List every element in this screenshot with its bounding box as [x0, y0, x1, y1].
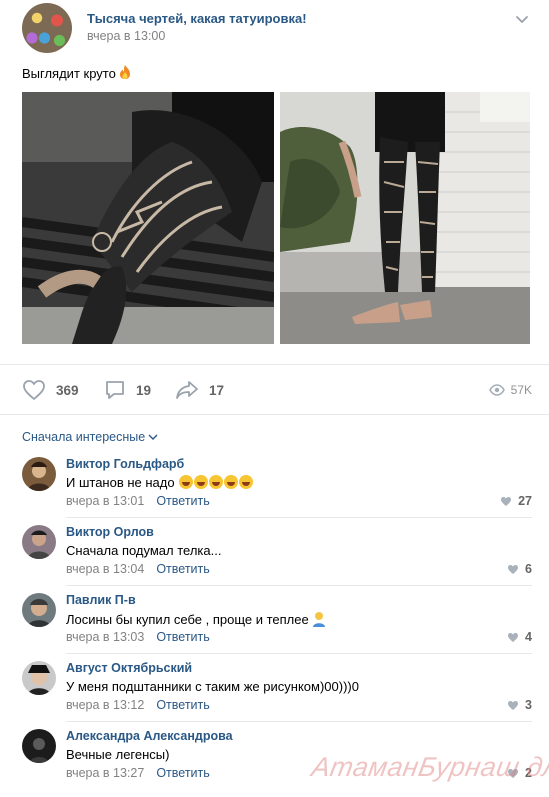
rofl-emoji-icon: [239, 475, 254, 489]
comment-like-count: 3: [525, 698, 532, 712]
post-header: Тысяча чертей, какая татуировка! вчера в…: [22, 3, 532, 53]
comment-button[interactable]: 19: [104, 378, 151, 402]
commenter-name[interactable]: Александра Александрова: [66, 729, 233, 743]
comment-like-button[interactable]: 4: [507, 630, 532, 644]
post-photo-1[interactable]: [22, 92, 274, 344]
commenter-avatar[interactable]: [22, 525, 56, 559]
commenter-name[interactable]: Павлик П-в: [66, 593, 136, 607]
comment-item: Павлик П-в Лосины бы купил себе , проще …: [22, 593, 532, 661]
reply-button[interactable]: Ответить: [156, 630, 209, 644]
heart-icon: [508, 564, 519, 574]
divider: [66, 585, 532, 586]
divider: [66, 653, 532, 654]
tattoo-photo-bench: [22, 92, 274, 344]
commenter-name[interactable]: Август Октябрьский: [66, 661, 192, 675]
share-button[interactable]: 17: [175, 378, 224, 402]
rofl-emoji-icon: [209, 475, 224, 489]
comment-text: Сначала подумал телка...: [66, 543, 222, 558]
reply-button[interactable]: Ответить: [156, 698, 209, 712]
reply-button[interactable]: Ответить: [156, 494, 209, 508]
comment-time[interactable]: вчера в 13:04: [66, 562, 144, 576]
commenter-avatar[interactable]: [22, 593, 56, 627]
heart-icon: [23, 380, 45, 400]
watermark: АтаманБурнаш для ЯП: [309, 752, 549, 782]
like-button[interactable]: 369: [22, 378, 79, 402]
commenter-avatar[interactable]: [22, 457, 56, 491]
comment-text: У меня подштанники с таким же рисунком)0…: [66, 679, 359, 694]
comment-time[interactable]: вчера в 13:12: [66, 698, 144, 712]
commenter-name[interactable]: Виктор Гольдфарб: [66, 457, 184, 471]
group-avatar[interactable]: [22, 3, 72, 53]
share-count: 17: [209, 382, 225, 398]
like-count: 369: [56, 382, 79, 398]
comment-meta: вчера в 13:04 Ответить: [66, 562, 210, 576]
comment-count: 19: [136, 382, 152, 398]
post-photo-2[interactable]: [280, 92, 530, 344]
heart-icon: [508, 632, 519, 642]
comment-item: Виктор Орлов Сначала подумал телка... вч…: [22, 525, 532, 593]
comment-like-count: 6: [525, 562, 532, 576]
views-counter: 57K: [488, 378, 532, 402]
tattoo-photo-wall: [280, 92, 530, 344]
comment-item: Виктор Гольдфарб И штанов не надо вчера …: [22, 457, 532, 525]
reply-button[interactable]: Ответить: [156, 562, 209, 576]
comment-text: Лосины бы купил себе , проще и теплее: [66, 611, 326, 627]
rofl-emoji-icon: [194, 475, 209, 489]
rofl-emoji-icon: [179, 475, 194, 489]
comments-sort-dropdown[interactable]: Сначала интересные: [22, 430, 158, 444]
post-action-bar: 369 19 17 57K: [22, 378, 532, 402]
divider: [66, 721, 532, 722]
comment-meta: вчера в 13:03 Ответить: [66, 630, 210, 644]
rofl-emoji-icon: [224, 475, 239, 489]
comment-item: Август Октябрьский У меня подштанники с …: [22, 661, 532, 729]
comment-text: И штанов не надо: [66, 475, 254, 490]
group-name[interactable]: Тысяча чертей, какая татуировка!: [87, 11, 307, 26]
comment-text: Вечные легенсы): [66, 747, 170, 762]
eye-icon: [488, 384, 505, 396]
post-time[interactable]: вчера в 13:00: [87, 29, 165, 43]
reply-button[interactable]: Ответить: [156, 766, 209, 780]
comment-meta: вчера в 13:01 Ответить: [66, 494, 210, 508]
comment-time[interactable]: вчера в 13:01: [66, 494, 144, 508]
divider: [0, 364, 549, 365]
commenter-name[interactable]: Виктор Орлов: [66, 525, 154, 539]
fire-emoji-icon: [119, 65, 130, 79]
divider: [66, 517, 532, 518]
comment-time[interactable]: вчера в 13:03: [66, 630, 144, 644]
divider: [0, 414, 549, 415]
comment-like-count: 27: [518, 494, 532, 508]
comment-like-button[interactable]: 27: [500, 494, 532, 508]
commenter-avatar[interactable]: [22, 661, 56, 695]
comment-like-button[interactable]: 3: [507, 698, 532, 712]
person-emoji-icon: [313, 612, 326, 627]
comment-like-count: 4: [525, 630, 532, 644]
share-arrow-icon: [176, 381, 198, 399]
views-count: 57K: [510, 383, 532, 397]
post-text: Выглядит круто: [22, 64, 132, 81]
comment-like-button[interactable]: 6: [507, 562, 532, 576]
chevron-down-icon[interactable]: [514, 11, 530, 27]
heart-icon: [508, 700, 519, 710]
comment-time[interactable]: вчера в 13:27: [66, 766, 144, 780]
chevron-down-icon: [148, 434, 158, 440]
comments-sort-label: Сначала интересные: [22, 430, 146, 444]
commenter-avatar[interactable]: [22, 729, 56, 763]
heart-icon: [501, 496, 512, 506]
comment-icon: [106, 381, 124, 399]
comment-meta: вчера в 13:12 Ответить: [66, 698, 210, 712]
comment-meta: вчера в 13:27 Ответить: [66, 766, 210, 780]
